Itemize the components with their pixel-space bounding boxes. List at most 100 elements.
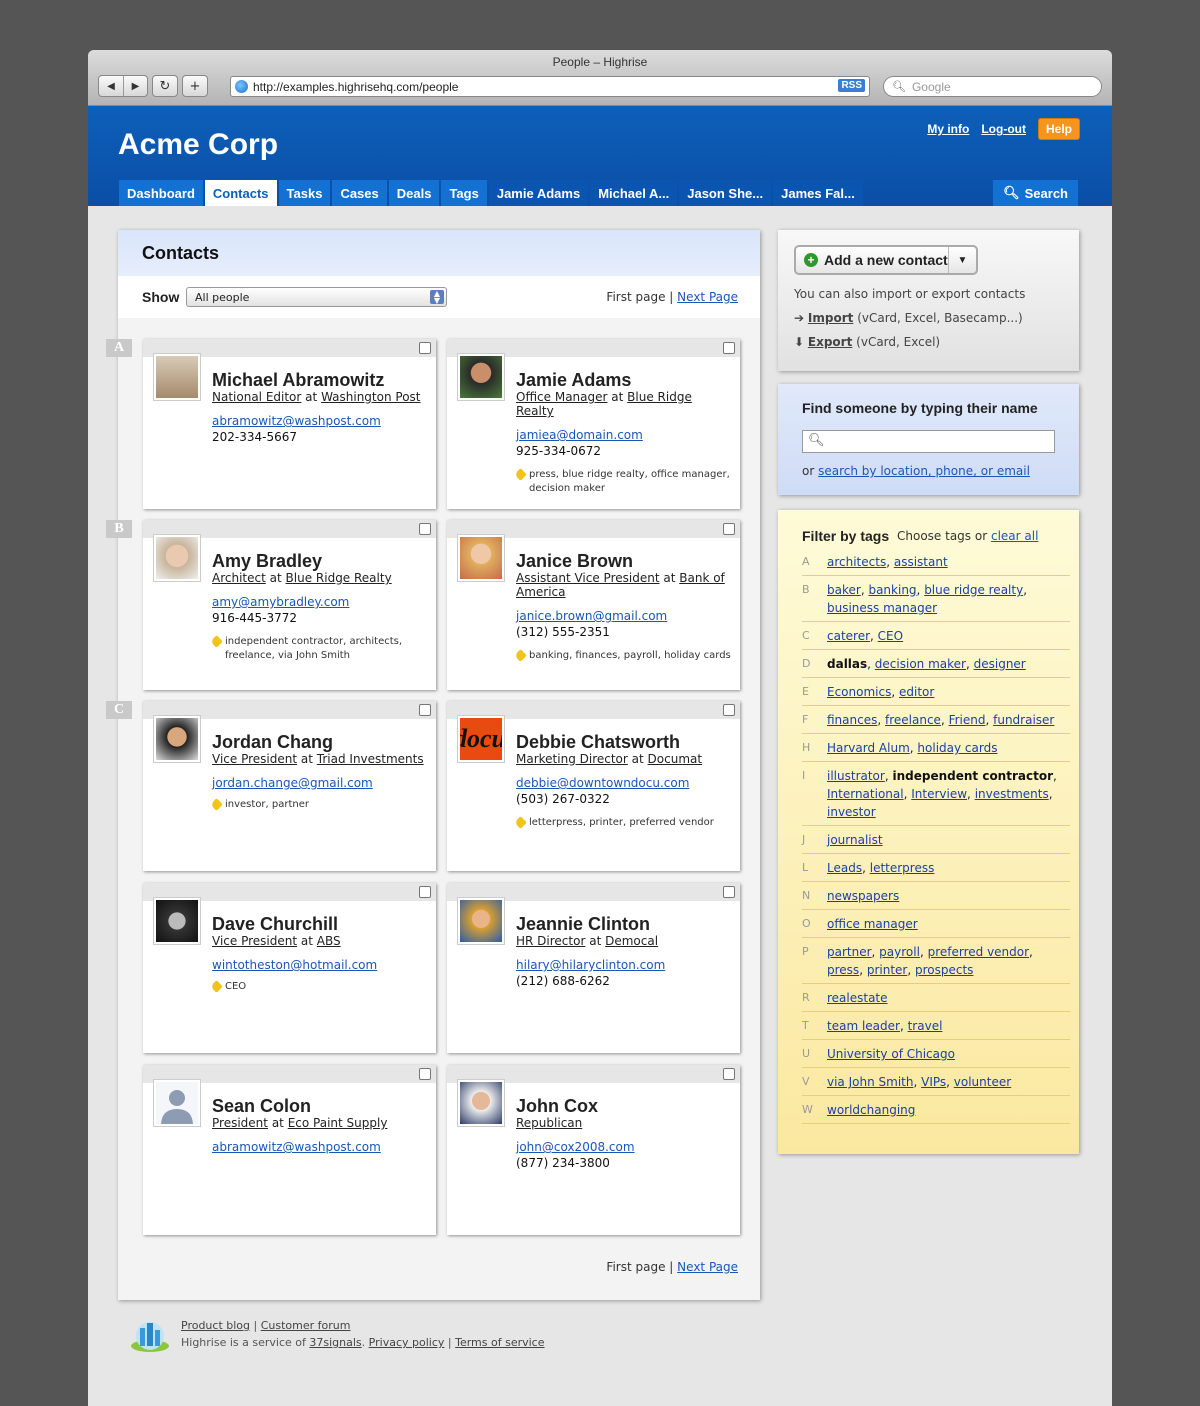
address-bar[interactable]: http://examples.highrisehq.com/people RS… xyxy=(230,76,870,97)
select-checkbox[interactable] xyxy=(723,523,735,535)
contact-email[interactable]: abramowitz@washpost.com xyxy=(212,414,428,428)
tag-link[interactable]: CEO xyxy=(878,629,903,643)
add-contact-button[interactable]: + Add a new contact ▼ xyxy=(794,245,978,275)
contact-name[interactable]: Debbie Chatsworth xyxy=(516,733,732,752)
tag-link[interactable]: newspapers xyxy=(827,889,899,903)
help-button[interactable]: Help xyxy=(1037,118,1080,140)
contact-name[interactable]: Jamie Adams xyxy=(516,371,732,390)
select-checkbox[interactable] xyxy=(723,1068,735,1080)
browser-search-field[interactable]: 🔍︎ Google xyxy=(883,76,1102,97)
advanced-search-link[interactable]: search by location, phone, or email xyxy=(818,464,1030,478)
tag-link[interactable]: Interview xyxy=(911,787,967,801)
tag-link[interactable]: team leader xyxy=(827,1019,900,1033)
contact-email[interactable]: debbie@downtowndocu.com xyxy=(516,776,732,790)
avatar[interactable]: docu xyxy=(457,715,505,763)
tag-link[interactable]: Friend xyxy=(949,713,986,727)
next-page-link[interactable]: Next Page xyxy=(677,290,738,304)
contact-email[interactable]: abramowitz@washpost.com xyxy=(212,1140,428,1154)
add-bookmark-icon[interactable]: + xyxy=(182,75,208,97)
tag-link[interactable]: blue ridge realty xyxy=(924,583,1023,597)
tag-link[interactable]: architects xyxy=(827,555,886,569)
select-checkbox[interactable] xyxy=(419,523,431,535)
tag-link[interactable]: volunteer xyxy=(954,1075,1011,1089)
contact-name[interactable]: Amy Bradley xyxy=(212,552,428,571)
avatar[interactable] xyxy=(153,1079,201,1127)
contact-email[interactable]: amy@amybradley.com xyxy=(212,595,428,609)
next-page-link[interactable]: Next Page xyxy=(677,1260,738,1274)
tag-link[interactable]: designer xyxy=(974,657,1026,671)
avatar[interactable] xyxy=(153,353,201,401)
terms-link[interactable]: Terms of service xyxy=(455,1336,544,1349)
tag-link[interactable]: fundraiser xyxy=(993,713,1054,727)
customer-forum-link[interactable]: Customer forum xyxy=(261,1319,351,1332)
tag-link[interactable]: University of Chicago xyxy=(827,1047,955,1061)
tag-link[interactable]: International xyxy=(827,787,904,801)
contact-name[interactable]: Jeannie Clinton xyxy=(516,915,732,934)
contact-name[interactable]: Janice Brown xyxy=(516,552,732,571)
tab-contacts[interactable]: Contacts xyxy=(204,180,277,206)
tag-link[interactable]: realestate xyxy=(827,991,888,1005)
contact-name[interactable]: John Cox xyxy=(516,1097,732,1116)
import-link[interactable]: Import xyxy=(808,311,853,325)
tab-tasks[interactable]: Tasks xyxy=(278,180,331,206)
tag-link[interactable]: finances xyxy=(827,713,877,727)
back-icon[interactable]: ◀ xyxy=(99,76,123,96)
tag-selected[interactable]: dallas xyxy=(827,657,867,671)
privacy-policy-link[interactable]: Privacy policy xyxy=(369,1336,445,1349)
contact-name[interactable]: Sean Colon xyxy=(212,1097,428,1116)
my-info-link[interactable]: My info xyxy=(927,122,969,136)
contact-email[interactable]: john@cox2008.com xyxy=(516,1140,732,1154)
tag-link[interactable]: office manager xyxy=(827,917,918,931)
reload-icon[interactable]: ↻ xyxy=(152,75,178,97)
show-select[interactable]: All people ▲ ▼ xyxy=(186,287,447,307)
tag-link[interactable]: editor xyxy=(899,685,934,699)
avatar[interactable] xyxy=(457,534,505,582)
avatar[interactable] xyxy=(153,897,201,945)
find-name-input[interactable]: 🔍︎ xyxy=(802,430,1055,453)
logout-link[interactable]: Log-out xyxy=(981,122,1026,136)
37signals-link[interactable]: 37signals xyxy=(309,1336,361,1349)
avatar[interactable] xyxy=(457,353,505,401)
tag-link[interactable]: printer xyxy=(867,963,908,977)
tag-link[interactable]: payroll xyxy=(879,945,920,959)
contact-name[interactable]: Dave Churchill xyxy=(212,915,428,934)
tab-recent-michael[interactable]: Michael A... xyxy=(590,180,678,206)
tag-link[interactable]: assistant xyxy=(894,555,948,569)
tab-recent-james[interactable]: James Fal... xyxy=(773,180,863,206)
tab-recent-jason[interactable]: Jason She... xyxy=(679,180,772,206)
tag-link[interactable]: partner xyxy=(827,945,872,959)
tag-link[interactable]: VIPs xyxy=(921,1075,946,1089)
forward-icon[interactable]: ▶ xyxy=(123,76,147,96)
tag-selected[interactable]: independent contractor xyxy=(892,769,1053,783)
tag-link[interactable]: Economics xyxy=(827,685,891,699)
product-blog-link[interactable]: Product blog xyxy=(181,1319,250,1332)
select-checkbox[interactable] xyxy=(723,342,735,354)
tag-link[interactable]: Harvard Alum xyxy=(827,741,910,755)
select-checkbox[interactable] xyxy=(419,886,431,898)
tag-link[interactable]: prospects xyxy=(915,963,973,977)
select-checkbox[interactable] xyxy=(723,704,735,716)
tag-link[interactable]: investments xyxy=(975,787,1049,801)
select-checkbox[interactable] xyxy=(419,704,431,716)
contact-email[interactable]: janice.brown@gmail.com xyxy=(516,609,732,623)
contact-email[interactable]: hilary@hilaryclinton.com xyxy=(516,958,732,972)
tag-link[interactable]: business manager xyxy=(827,601,937,615)
contact-email[interactable]: jamiea@domain.com xyxy=(516,428,732,442)
tag-link[interactable]: preferred vendor xyxy=(928,945,1029,959)
chevron-down-icon[interactable]: ▼ xyxy=(948,247,976,273)
select-checkbox[interactable] xyxy=(419,342,431,354)
avatar[interactable] xyxy=(457,897,505,945)
tag-link[interactable]: baker xyxy=(827,583,861,597)
select-checkbox[interactable] xyxy=(419,1068,431,1080)
search-tab[interactable]: 🔍︎ Search xyxy=(993,180,1078,206)
tag-link[interactable]: worldchanging xyxy=(827,1103,915,1117)
tag-link[interactable]: holiday cards xyxy=(917,741,997,755)
contact-email[interactable]: wintotheston@hotmail.com xyxy=(212,958,428,972)
contact-name[interactable]: Jordan Chang xyxy=(212,733,428,752)
contact-name[interactable]: Michael Abramowitz xyxy=(212,371,428,390)
clear-all-link[interactable]: clear all xyxy=(991,529,1038,543)
tag-link[interactable]: caterer xyxy=(827,629,870,643)
tab-recent-jamie-adams[interactable]: Jamie Adams xyxy=(488,180,589,206)
tag-link[interactable]: illustrator xyxy=(827,769,885,783)
rss-button[interactable]: RSS xyxy=(838,79,865,92)
